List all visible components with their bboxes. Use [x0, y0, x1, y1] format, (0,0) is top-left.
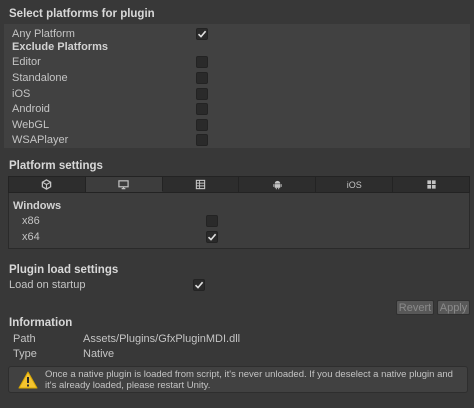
android-icon — [273, 180, 282, 190]
platform-label: WebGL — [12, 119, 50, 131]
checkmark-icon — [207, 233, 217, 241]
platform-label: Android — [12, 103, 50, 115]
checkmark-icon — [197, 30, 207, 38]
warning-message: Once a native plugin is loaded from scri… — [45, 368, 453, 391]
platform-checkbox-editor[interactable] — [196, 56, 208, 68]
platform-settings-header: Platform settings — [9, 160, 103, 172]
arch-checkbox-x64[interactable] — [206, 231, 218, 243]
tab-grid[interactable] — [163, 177, 240, 192]
platform-label: Editor — [12, 56, 41, 68]
tab-standalone[interactable] — [85, 177, 163, 192]
platform-checkbox-android[interactable] — [196, 103, 208, 115]
platform-checkbox-standalone[interactable] — [196, 72, 208, 84]
platform-row-editor[interactable]: Editor — [4, 54, 470, 70]
platform-row-standalone[interactable]: Standalone — [4, 70, 470, 86]
native-plugin-warning: Once a native plugin is loaded from scri… — [8, 366, 468, 393]
windows-header-row: Windows — [9, 198, 469, 214]
tab-windows[interactable] — [393, 177, 469, 192]
tab-ios-label: iOS — [346, 179, 362, 190]
platform-row-webgl[interactable]: WebGL — [4, 117, 470, 133]
path-label: Path — [13, 333, 36, 345]
windows-header: Windows — [13, 200, 62, 212]
platform-row-android[interactable]: Android — [4, 101, 470, 117]
windows-icon — [426, 180, 436, 189]
platform-row-ios[interactable]: iOS — [4, 86, 470, 102]
tab-ios[interactable]: iOS — [316, 177, 394, 192]
platform-label: Standalone — [12, 72, 68, 84]
load-on-startup-checkbox[interactable] — [193, 279, 205, 291]
load-on-startup-row[interactable]: Load on startup — [0, 277, 474, 293]
unity-icon — [42, 179, 52, 190]
platform-tabs: iOS — [8, 176, 470, 193]
checkmark-icon — [194, 281, 204, 289]
type-value: Native — [83, 348, 115, 360]
arch-label: x86 — [22, 215, 40, 227]
exclude-platforms-header: Exclude Platforms — [12, 41, 108, 53]
information-header: Information — [9, 317, 73, 329]
platform-checkbox-ios[interactable] — [196, 88, 208, 100]
platform-row-wsaplayer[interactable]: WSAPlayer — [4, 132, 470, 148]
select-platforms-panel: Any Platform Exclude Platforms Editor St… — [4, 24, 470, 148]
exclude-platforms-header-row: Exclude Platforms — [4, 39, 470, 55]
warning-icon — [18, 371, 38, 389]
type-label: Type — [13, 348, 37, 360]
platform-settings-panel: Windows x86 x64 — [8, 193, 470, 249]
select-platforms-header: Select platforms for plugin — [9, 8, 155, 20]
platform-label: iOS — [12, 88, 31, 100]
arch-row-x64[interactable]: x64 — [9, 229, 469, 245]
monitor-icon — [118, 179, 129, 189]
tab-default[interactable] — [9, 177, 86, 192]
info-path-row: Path Assets/Plugins/GfxPluginMDI.dll — [0, 331, 474, 347]
tab-android[interactable] — [239, 177, 317, 192]
platform-checkbox-webgl[interactable] — [196, 119, 208, 131]
arch-row-x86[interactable]: x86 — [9, 213, 469, 229]
platform-label: WSAPlayer — [12, 134, 69, 146]
arch-checkbox-x86[interactable] — [206, 215, 218, 227]
info-type-row: Type Native — [0, 346, 474, 362]
load-on-startup-label: Load on startup — [9, 279, 86, 291]
arch-label: x64 — [22, 231, 40, 243]
platform-checkbox-wsaplayer[interactable] — [196, 134, 208, 146]
path-value: Assets/Plugins/GfxPluginMDI.dll — [83, 333, 241, 345]
grid-icon — [195, 179, 206, 190]
